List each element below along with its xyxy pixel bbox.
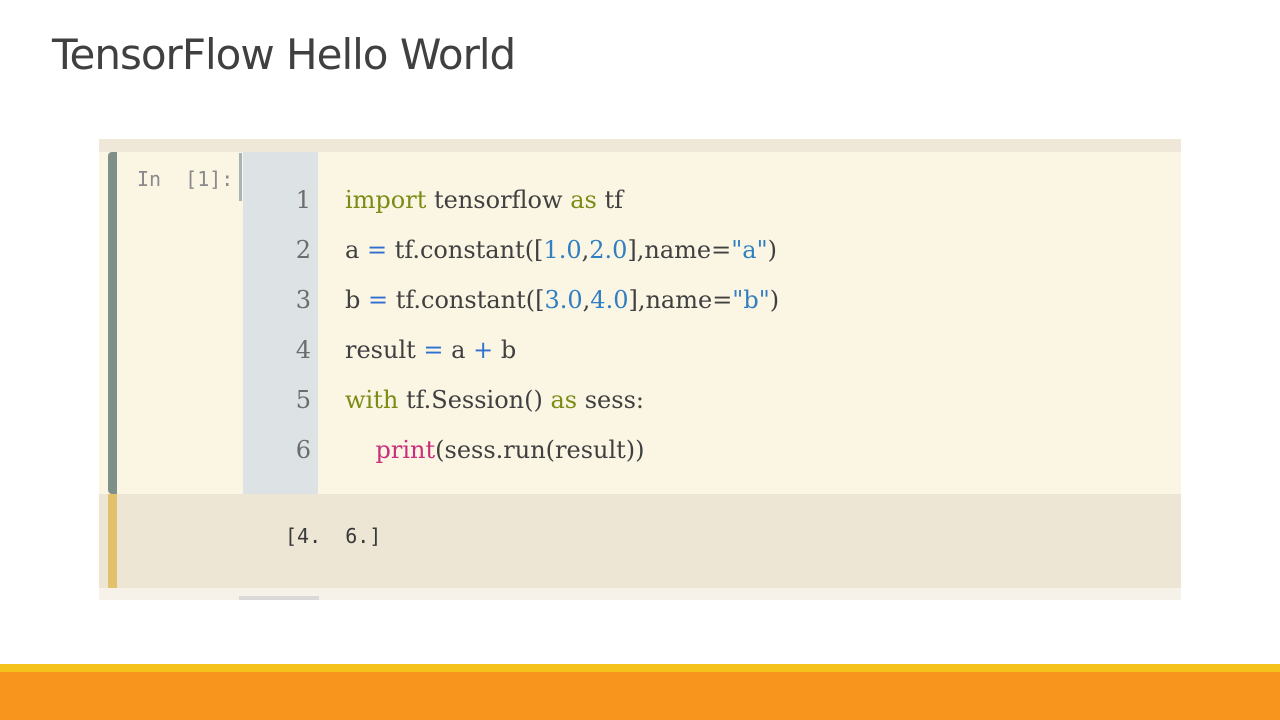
line-number: 1 <box>295 186 311 214</box>
code-line[interactable]: b = tf.constant([3.0,4.0],name="b") <box>345 275 779 325</box>
code-token: + <box>473 336 494 364</box>
line-number: 3 <box>295 286 311 314</box>
code-line[interactable]: result = a + b <box>345 325 516 375</box>
code-token: 3.0 <box>544 286 583 314</box>
code-token: result <box>345 336 424 364</box>
code-token: = <box>423 336 444 364</box>
code-token: import <box>345 186 427 214</box>
code-line[interactable]: a = tf.constant([1.0,2.0],name="a") <box>345 225 777 275</box>
line-number: 6 <box>295 436 311 464</box>
code-token: 4.0 <box>590 286 629 314</box>
code-line[interactable]: print(sess.run(result)) <box>345 425 645 475</box>
footer-band <box>0 672 1280 720</box>
code-token: tf.constant([ <box>388 286 545 314</box>
code-token: sess: <box>577 386 644 414</box>
code-token: as <box>550 386 578 414</box>
code-token: b <box>345 286 368 314</box>
code-token: ],name= <box>627 236 732 264</box>
code-token: a <box>443 336 474 364</box>
code-token: as <box>570 186 597 214</box>
code-token: tf.constant([ <box>387 236 544 264</box>
code-line[interactable]: with tf.Session() as sess: <box>345 375 644 425</box>
code-token: tensorflow <box>426 186 571 214</box>
code-token: (sess.run(result)) <box>435 436 645 464</box>
output-text: [4. 6.] <box>285 524 382 548</box>
code-token: 2.0 <box>589 236 628 264</box>
next-cell-gutter-edge <box>239 596 319 600</box>
code-token: = <box>368 286 389 314</box>
footer-accent-stripe <box>0 664 1280 672</box>
code-token: ],name= <box>628 286 733 314</box>
output-collapse-bar[interactable] <box>108 494 117 588</box>
line-number: 5 <box>295 386 311 414</box>
code-token: ) <box>769 286 780 314</box>
input-prompt: In [1]: <box>137 167 234 191</box>
code-token: = <box>366 236 388 264</box>
code-token: b <box>493 336 517 364</box>
code-token: 1.0 <box>543 236 582 264</box>
line-number: 4 <box>295 336 311 364</box>
cell-selection-bar <box>108 152 117 494</box>
notebook-screenshot: In [1]: 1 import tensorflow as tf 2 a = tf.… <box>99 139 1181 600</box>
code-token: print <box>375 436 436 464</box>
prompt-divider <box>239 153 242 201</box>
slide-title: TensorFlow Hello World <box>52 30 516 79</box>
code-token: ) <box>767 236 777 264</box>
code-token: tf <box>596 186 623 214</box>
code-token: with <box>345 386 399 414</box>
line-number: 2 <box>295 236 311 264</box>
code-token: "b" <box>732 286 770 314</box>
code-line[interactable]: import tensorflow as tf <box>345 175 623 225</box>
code-token: tf.Session() <box>398 386 551 414</box>
code-token: "a" <box>731 236 768 264</box>
output-cell <box>99 494 1181 588</box>
code-token: a <box>345 236 367 264</box>
